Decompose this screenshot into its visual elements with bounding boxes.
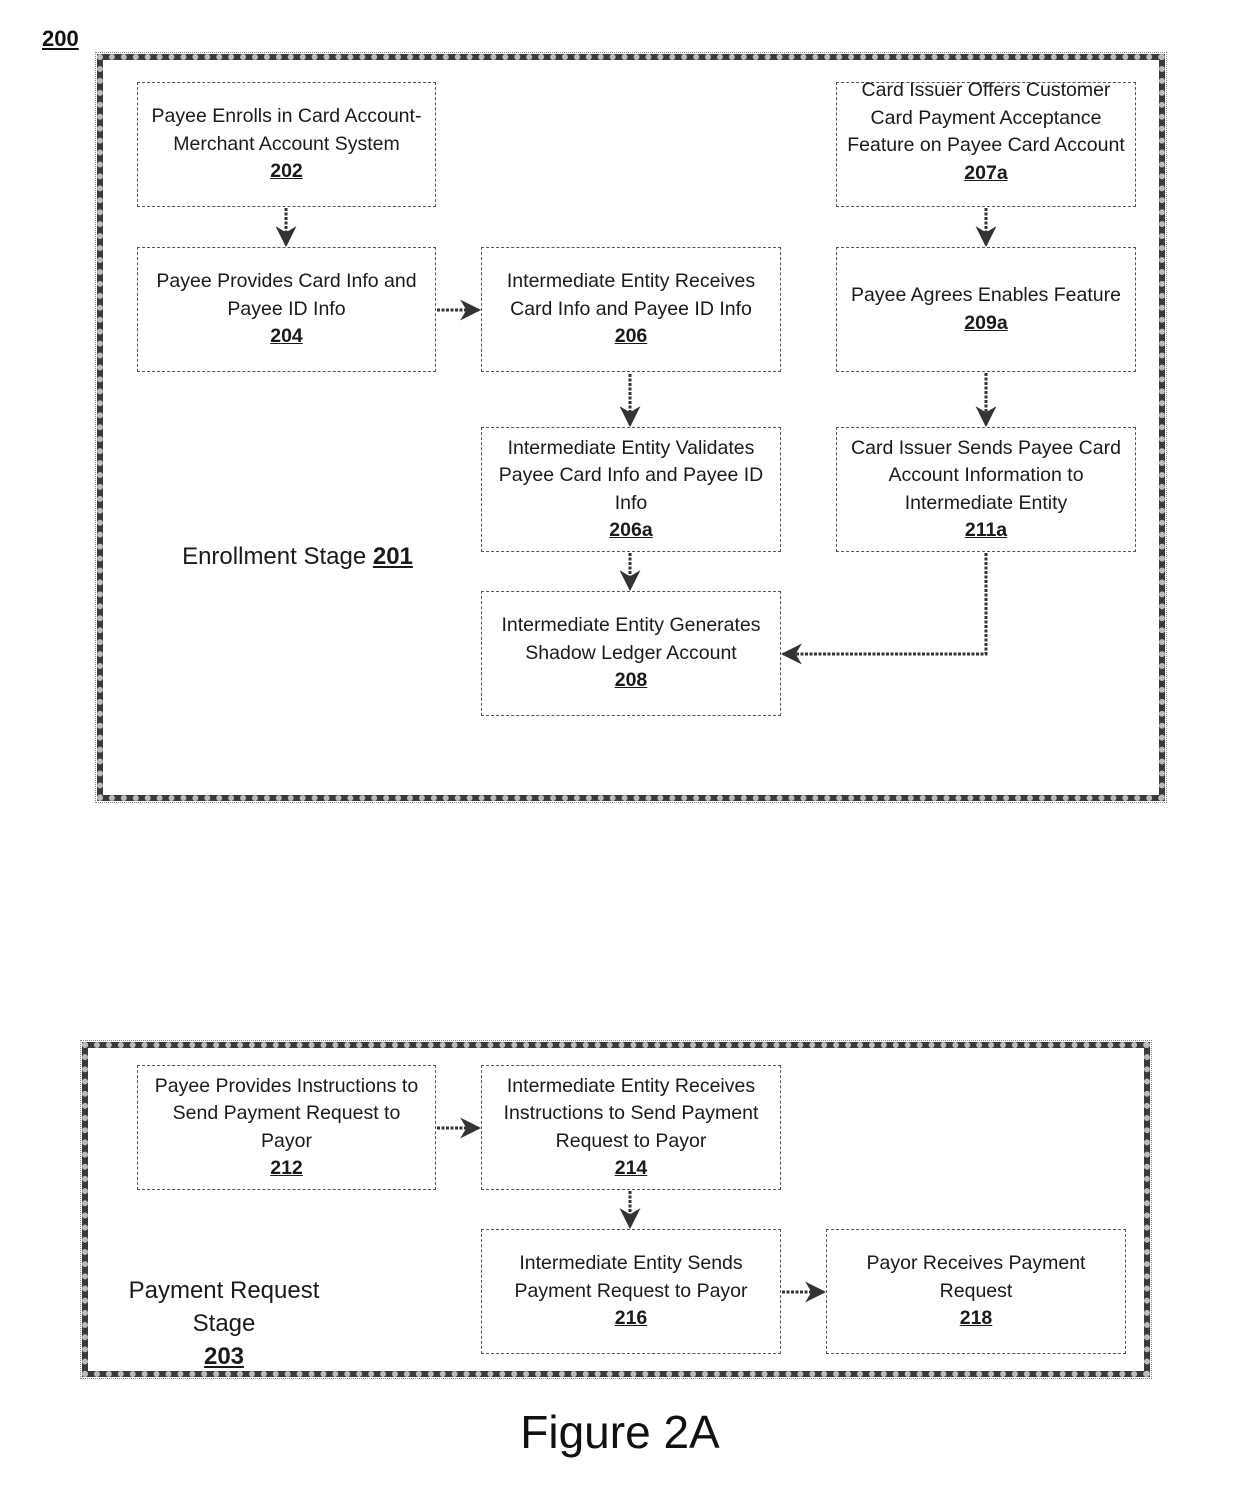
step-text: Intermediate Entity Generates Shadow Led… <box>501 614 761 664</box>
stage-label-line2: Stage <box>192 1310 256 1337</box>
step-ref: 212 <box>270 1157 303 1179</box>
stage-ref: 203 <box>203 1343 245 1370</box>
payment-request-stage-label: Payment Request Stage 203 <box>110 1274 338 1373</box>
step-ref: 204 <box>270 325 303 348</box>
enrollment-stage-label: Enrollment Stage 201 <box>160 540 435 573</box>
stage-ref: 201 <box>372 543 413 570</box>
stage-label-text: Enrollment Stage <box>182 543 373 570</box>
step-box-207a: Card Issuer Offers Customer Card Payment… <box>836 79 1136 207</box>
step-box-209a: Payee Agrees Enables Feature 209a <box>836 247 1136 372</box>
step-ref: 211a <box>964 519 1008 541</box>
step-box-216: Intermediate Entity Sends Payment Reques… <box>481 1229 781 1354</box>
step-box-214: Intermediate Entity Receives Instruction… <box>481 1065 781 1190</box>
step-ref: 209a <box>964 311 1008 334</box>
step-text: Intermediate Entity Receives Instruction… <box>503 1074 759 1152</box>
step-text: Intermediate Entity Sends Payment Reques… <box>514 1252 748 1302</box>
step-text: Intermediate Entity Validates Payee Card… <box>498 436 764 514</box>
step-box-211a: Card Issuer Sends Payee Card Account Inf… <box>836 427 1136 552</box>
step-box-202: Payee Enrolls in Card Account-Merchant A… <box>137 82 436 207</box>
figure-caption: Figure 2A <box>520 1406 720 1458</box>
step-ref: 206a <box>609 519 653 541</box>
step-ref: 214 <box>614 1157 648 1179</box>
step-box-218: Payor Receives Payment Request 218 <box>826 1229 1126 1354</box>
step-text: Payee Provides Card Info and Payee ID In… <box>156 270 417 320</box>
step-text: Card Issuer Offers Customer Card Payment… <box>847 79 1125 156</box>
step-ref: 202 <box>270 160 303 183</box>
step-ref: 207a <box>964 161 1008 184</box>
stage-label-line1: Payment Request <box>128 1277 320 1304</box>
step-ref: 206 <box>614 325 648 348</box>
step-text: Card Issuer Sends Payee Card Account Inf… <box>851 436 1121 514</box>
step-text: Payee Provides Instructions to Send Paym… <box>154 1074 419 1152</box>
step-text: Intermediate Entity Receives Card Info a… <box>506 270 756 320</box>
step-box-206: Intermediate Entity Receives Card Info a… <box>481 247 781 372</box>
step-box-204: Payee Provides Card Info and Payee ID In… <box>137 247 436 372</box>
step-ref: 218 <box>959 1307 993 1330</box>
step-box-206a: Intermediate Entity Validates Payee Card… <box>481 427 781 552</box>
step-box-208: Intermediate Entity Generates Shadow Led… <box>481 591 781 716</box>
step-text: Payee Agrees Enables Feature <box>851 284 1121 306</box>
step-box-212: Payee Provides Instructions to Send Paym… <box>137 1065 436 1190</box>
step-text: Payor Receives Payment Request <box>866 1252 1086 1302</box>
step-text: Payee Enrolls in Card Account-Merchant A… <box>151 105 422 155</box>
step-ref: 208 <box>614 669 648 692</box>
figure-number: 200 <box>42 26 79 51</box>
step-ref: 216 <box>614 1307 648 1330</box>
